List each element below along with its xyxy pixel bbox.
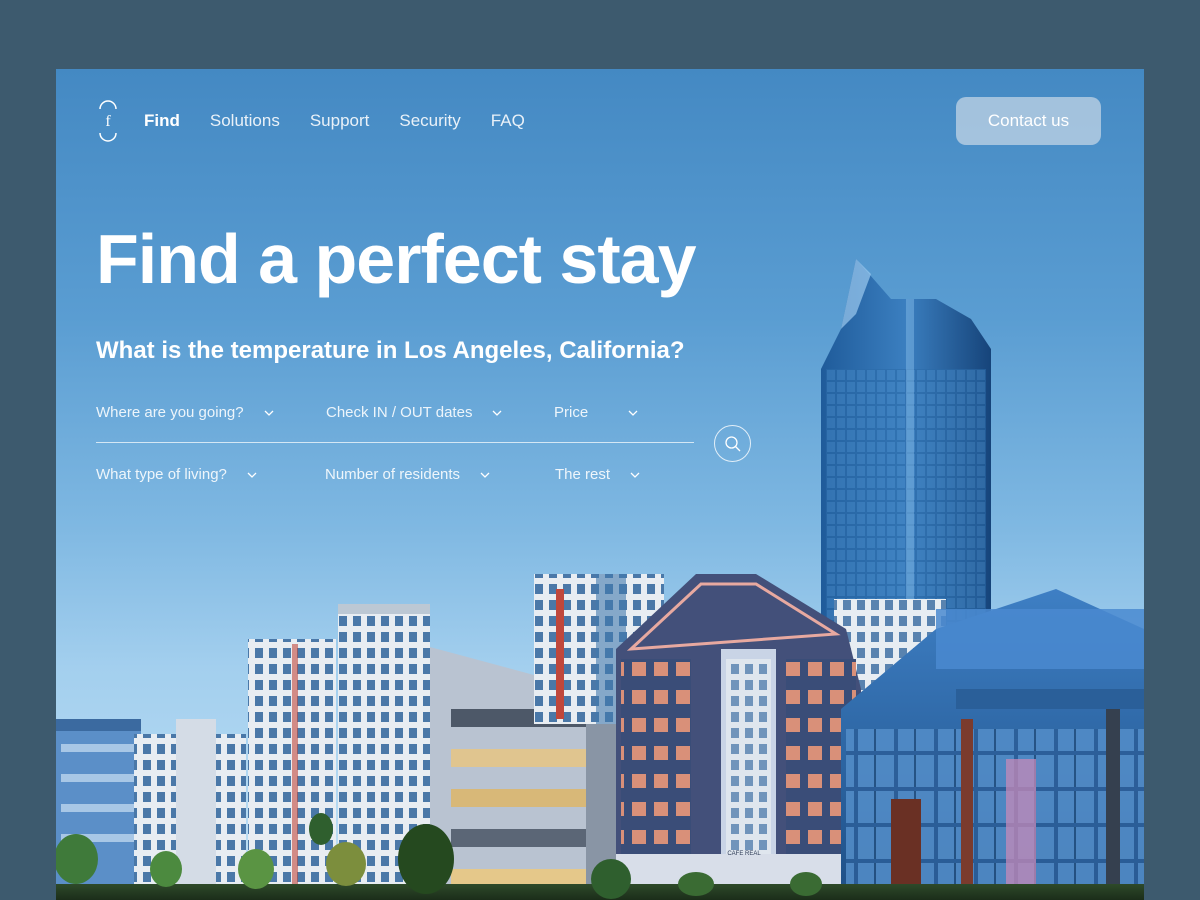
- rest-dropdown[interactable]: The rest: [555, 466, 640, 483]
- chevron-down-icon: [492, 410, 502, 416]
- nav-item-find[interactable]: Find: [144, 111, 180, 131]
- city-buildings-image: CAFE REAL: [56, 259, 1144, 900]
- residents-dropdown[interactable]: Number of residents: [325, 466, 490, 483]
- residential-towers: [134, 604, 430, 900]
- search-button[interactable]: [714, 425, 751, 462]
- price-dropdown[interactable]: Price: [554, 404, 638, 421]
- destination-label: Where are you going?: [96, 404, 244, 421]
- search-icon: [724, 435, 740, 451]
- nav-item-security[interactable]: Security: [399, 111, 460, 131]
- nav-item-faq[interactable]: FAQ: [491, 111, 525, 131]
- chevron-down-icon: [264, 410, 274, 416]
- nav-item-support[interactable]: Support: [310, 111, 370, 131]
- logo-letter: f: [105, 113, 111, 130]
- living-type-dropdown[interactable]: What type of living?: [96, 466, 257, 483]
- chevron-down-icon: [480, 472, 490, 478]
- storefront-sign: CAFE REAL: [727, 851, 761, 857]
- dates-dropdown[interactable]: Check IN / OUT dates: [326, 404, 502, 421]
- rest-label: The rest: [555, 466, 611, 483]
- main-nav: Find Solutions Support Security FAQ: [144, 111, 525, 131]
- hero-subtitle: What is the temperature in Los Angeles, …: [96, 337, 685, 364]
- chevron-down-icon: [247, 472, 257, 478]
- hero-section: CAFE REAL f Find Solutions Support Secur…: [56, 69, 1144, 900]
- nav-item-solutions[interactable]: Solutions: [210, 111, 280, 131]
- chevron-down-icon: [628, 410, 638, 416]
- price-label: Price: [554, 404, 589, 421]
- residents-label: Number of residents: [325, 466, 461, 483]
- logo-icon[interactable]: f: [96, 99, 120, 143]
- destination-dropdown[interactable]: Where are you going?: [96, 404, 274, 421]
- contact-us-button[interactable]: Contact us: [956, 97, 1101, 145]
- living-type-label: What type of living?: [96, 466, 227, 483]
- chevron-down-icon: [630, 472, 640, 478]
- dates-label: Check IN / OUT dates: [326, 404, 473, 421]
- filters-divider: [96, 442, 694, 443]
- hero-title: Find a perfect stay: [96, 220, 697, 298]
- hotel-building: CAFE REAL: [616, 574, 861, 900]
